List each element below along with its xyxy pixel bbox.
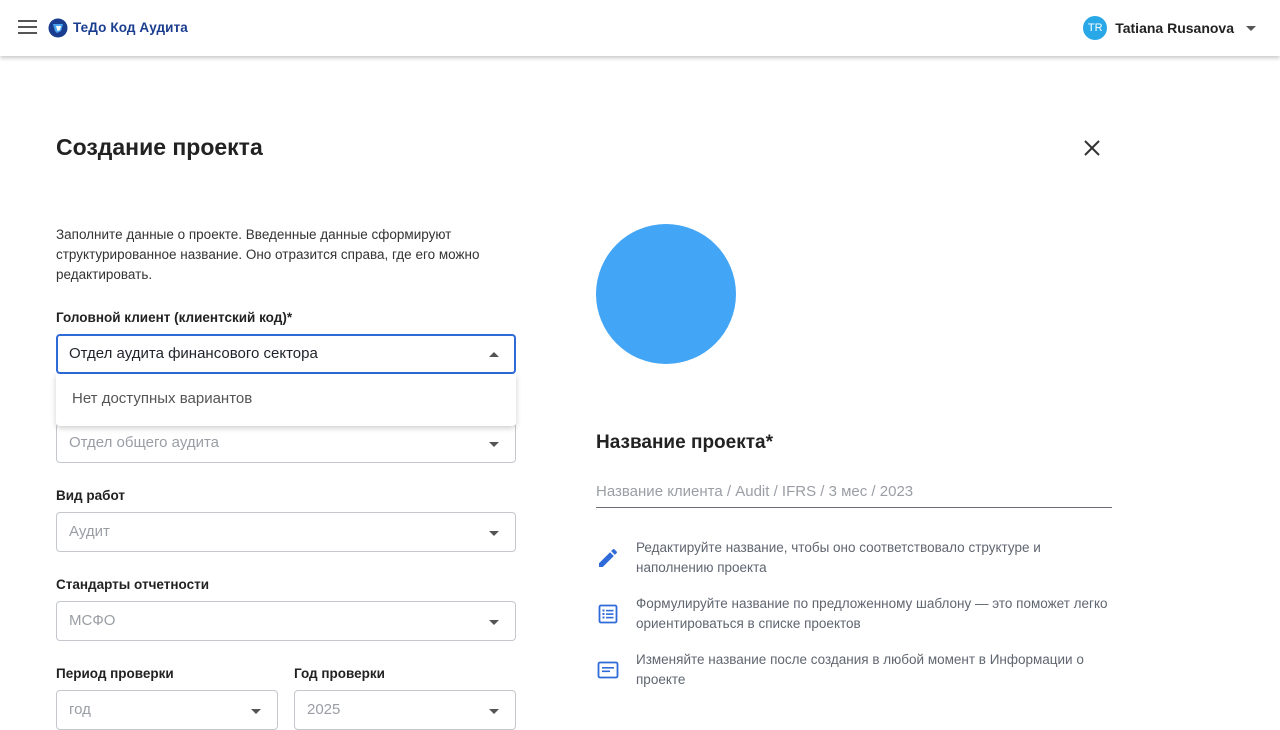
- user-menu[interactable]: TR Tatiana Rusanova: [1083, 16, 1256, 40]
- no-options-text: Нет доступных вариантов: [72, 390, 253, 407]
- info-card-icon: [597, 661, 619, 679]
- project-name-input[interactable]: Название клиента / Audit / IFRS / 3 мес …: [596, 474, 1112, 508]
- chevron-down-icon: [251, 709, 261, 714]
- avatar: TR: [1083, 16, 1108, 40]
- chevron-down-icon: [489, 442, 499, 447]
- user-name: Tatiana Rusanova: [1115, 20, 1234, 36]
- standards-select[interactable]: МСФО: [56, 601, 516, 641]
- department-placeholder: Отдел общего аудита: [69, 434, 220, 451]
- close-icon[interactable]: [1082, 138, 1102, 158]
- chevron-down-icon: [489, 531, 499, 536]
- work-type-placeholder: Аудит: [69, 523, 110, 540]
- year-placeholder: 2025: [307, 701, 341, 718]
- head-client-select[interactable]: Отдел аудита финансового сектора: [56, 334, 516, 374]
- top-bar: ТеДо Код Аудита TR Tatiana Rusanova: [0, 0, 1280, 56]
- department-select[interactable]: Отдел общего аудита: [56, 423, 516, 463]
- chevron-down-icon: [489, 620, 499, 625]
- tip-text: Редактируйте название, чтобы оно соответ…: [636, 540, 1041, 575]
- tip-item: Редактируйте название, чтобы оно соответ…: [596, 538, 1116, 578]
- work-type-label: Вид работ: [56, 488, 125, 503]
- head-client-dropdown: Нет доступных вариантов: [56, 374, 516, 426]
- tip-text: Изменяйте название после создания в любо…: [636, 652, 1084, 687]
- period-label: Период проверки: [56, 666, 174, 681]
- year-label: Год проверки: [294, 666, 385, 681]
- project-avatar-circle: [596, 224, 736, 364]
- project-name-title: Название проекта*: [596, 432, 773, 453]
- head-client-value: Отдел аудита финансового сектора: [69, 345, 318, 362]
- chevron-down-icon: [1246, 25, 1256, 31]
- brand-name[interactable]: ТеДо Код Аудита: [73, 20, 188, 35]
- page-title: Создание проекта: [56, 134, 263, 160]
- period-placeholder: год: [69, 701, 91, 718]
- work-type-select[interactable]: Аудит: [56, 512, 516, 552]
- tip-text: Формулируйте название по предложенному ш…: [636, 596, 1108, 631]
- standards-label: Стандарты отчетности: [56, 577, 210, 592]
- list-icon: [598, 604, 618, 624]
- tip-item: Формулируйте название по предложенному ш…: [596, 594, 1116, 634]
- hamburger-menu-icon[interactable]: [18, 20, 38, 36]
- intro-text: Заполните данные о проекте. Введенные да…: [56, 227, 480, 282]
- tip-item: Изменяйте название после создания в любо…: [596, 650, 1116, 690]
- pencil-icon: [599, 548, 618, 567]
- standards-placeholder: МСФО: [69, 612, 116, 629]
- brand-logo-icon: [48, 18, 68, 38]
- chevron-down-icon: [489, 709, 499, 714]
- project-name-placeholder: Название клиента / Audit / IFRS / 3 мес …: [596, 483, 914, 500]
- head-client-label: Головной клиент (клиентский код)*: [56, 310, 293, 325]
- year-select[interactable]: 2025: [294, 690, 516, 730]
- chevron-up-icon[interactable]: [489, 352, 499, 357]
- period-select[interactable]: год: [56, 690, 278, 730]
